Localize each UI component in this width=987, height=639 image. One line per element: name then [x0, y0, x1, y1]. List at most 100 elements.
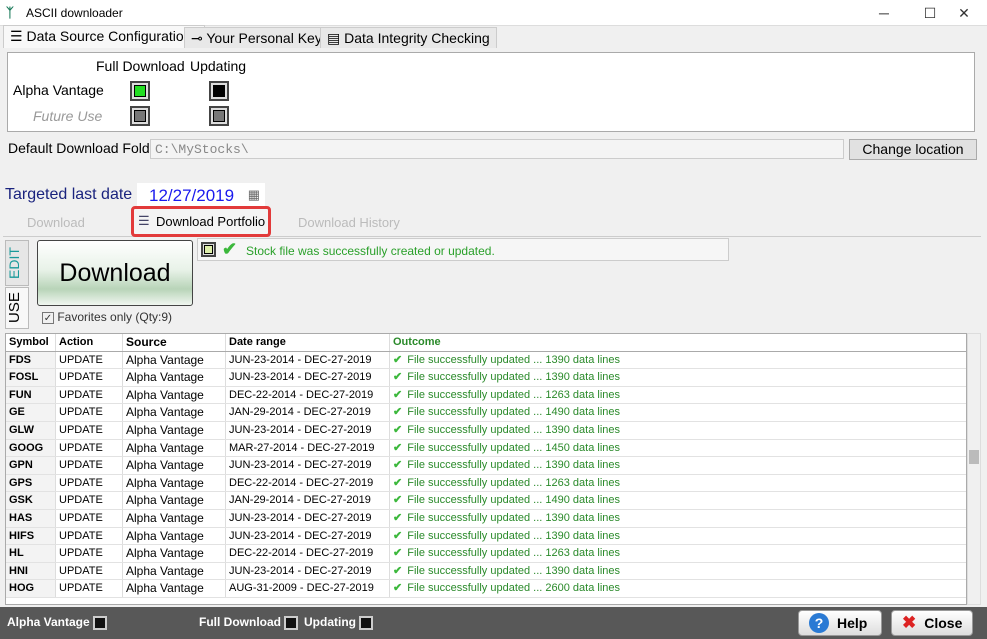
cell-outcome: ✔ File successfully updated ... 1390 data…	[390, 422, 966, 439]
column-updating: Updating	[190, 58, 247, 74]
table-row[interactable]: FDS UPDATE Alpha Vantage JUN-23-2014 - DEC-…	[6, 351, 966, 370]
cell-date-range: MAR-27-2014 - DEC-27-2019	[226, 439, 390, 457]
download-button[interactable]: Download	[37, 240, 193, 306]
table-row[interactable]: GOOG UPDATE Alpha Vantage MAR-27-2014 - DEC…	[6, 439, 966, 458]
tab-data-source-configurations[interactable]: ☰ Data Source Configurations	[3, 25, 206, 48]
check-icon: ✔	[393, 547, 403, 560]
check-icon: ✔	[393, 353, 403, 366]
tab-download-symbol[interactable]: Download Symbol	[5, 212, 130, 252]
calendar-icon[interactable]: ▦	[248, 187, 260, 203]
cell-date-range: JUN-23-2014 - DEC-27-2019	[226, 510, 390, 527]
results-table: Symbol Action Source Date range Outcome FDS UP…	[5, 333, 967, 605]
cell-date-range: JUN-23-2014 - DEC-27-2019	[226, 351, 390, 369]
targeted-date-field[interactable]: 12/27/2019 ▦	[137, 183, 265, 207]
cell-outcome: ✔ File successfully updated ... 1450 data…	[390, 440, 966, 457]
close-button[interactable]: ✖ Close	[891, 610, 973, 636]
check-icon: ✔	[393, 564, 403, 577]
cell-action: UPDATE	[56, 422, 123, 439]
download-folder-field[interactable]: C:\MyStocks\	[150, 139, 844, 159]
cell-source: Alpha Vantage	[123, 386, 226, 404]
cell-action: UPDATE	[56, 474, 123, 492]
check-icon: ✔	[222, 239, 238, 259]
favorites-only-checkbox[interactable]: ✓ Favorites only (Qty:9)	[42, 310, 172, 324]
cell-outcome: ✔ File successfully updated ... 1263 data…	[390, 475, 966, 492]
table-row[interactable]: HNI UPDATE Alpha Vantage JUN-23-2014 - DEC-…	[6, 562, 966, 581]
cell-symbol: HNI	[6, 562, 56, 580]
tab-data-integrity-checking[interactable]: ▤ Data Integrity Checking	[320, 27, 497, 48]
future-updating-toggle[interactable]	[209, 106, 229, 126]
cell-outcome: ✔ File successfully updated ... 1263 data…	[390, 387, 966, 404]
cell-outcome: ✔ File successfully updated ... 1390 data…	[390, 510, 966, 527]
cell-date-range: JUN-23-2014 - DEC-27-2019	[226, 562, 390, 580]
cell-outcome: ✔ File successfully updated ... 1390 data…	[390, 563, 966, 580]
cell-symbol: HAS	[6, 510, 56, 527]
check-icon: ✔	[393, 494, 403, 507]
check-icon: ✔	[393, 512, 403, 524]
cell-source: Alpha Vantage	[123, 457, 226, 474]
status-bar: ✔ Stock file was successfully created or…	[197, 238, 729, 261]
minimize-button[interactable]: ─	[861, 0, 907, 26]
table-row[interactable]: GPS UPDATE Alpha Vantage DEC-22-2014 - DEC-…	[6, 474, 966, 493]
table-row[interactable]: HAS UPDATE Alpha Vantage JUN-23-2014 - DEC-…	[6, 510, 966, 528]
cell-outcome: ✔ File successfully updated ... 2600 data…	[390, 580, 966, 597]
table-row[interactable]: GLW UPDATE Alpha Vantage JUN-23-2014 - DEC-…	[6, 422, 966, 440]
tab-download-history[interactable]: Download History	[276, 212, 406, 234]
cell-action: UPDATE	[56, 510, 123, 527]
change-location-button[interactable]: Change location	[849, 139, 977, 160]
cell-date-range: JAN-29-2014 - DEC-27-2019	[226, 492, 390, 509]
table-header: Symbol Action Source Date range Outcome	[6, 334, 966, 352]
cell-source: Alpha Vantage	[123, 351, 226, 369]
table-row[interactable]: HOG UPDATE Alpha Vantage AUG-31-2009 - DEC-…	[6, 580, 966, 598]
side-tab-use[interactable]: USE	[5, 287, 29, 329]
bottom-bar: Alpha Vantage Full Download Updating ? He…	[0, 607, 987, 639]
future-full-download-toggle[interactable]	[130, 106, 150, 126]
cell-source: Alpha Vantage	[123, 474, 226, 492]
window-title: ASCII downloader	[26, 6, 123, 20]
check-icon: ✔	[393, 371, 403, 384]
check-icon: ✔	[393, 476, 403, 489]
header-date-range: Date range	[226, 334, 390, 351]
help-button[interactable]: ? Help	[798, 610, 882, 636]
cell-symbol: FUN	[6, 386, 56, 404]
cell-action: UPDATE	[56, 439, 123, 457]
column-full-download: Full Download	[96, 58, 185, 74]
alpha-updating-toggle[interactable]	[209, 81, 229, 101]
table-row[interactable]: GE UPDATE Alpha Vantage JAN-29-2014 - DEC-2…	[6, 404, 966, 422]
calendar-icon: ▤	[327, 30, 345, 46]
title-bar: ᛉ ASCII downloader ─ ☐ ✕	[0, 0, 987, 26]
table-row[interactable]: GPN UPDATE Alpha Vantage JUN-23-2014 - DEC-…	[6, 457, 966, 475]
table-row[interactable]: FUN UPDATE Alpha Vantage DEC-22-2014 - DEC-…	[6, 386, 966, 405]
header-action: Action	[56, 334, 123, 351]
table-row[interactable]: HL UPDATE Alpha Vantage DEC-22-2014 - DEC-2…	[6, 545, 966, 563]
header-source: Source	[123, 334, 226, 351]
cell-date-range: JUN-23-2014 - DEC-27-2019	[226, 457, 390, 474]
table-scrollbar[interactable]	[967, 333, 981, 605]
cell-action: UPDATE	[56, 369, 123, 386]
alpha-full-download-toggle[interactable]	[130, 81, 150, 101]
folder-label: Default Download Folder	[8, 140, 163, 156]
cell-symbol: GOOG	[6, 439, 56, 457]
cell-date-range: JUN-23-2014 - DEC-27-2019	[226, 527, 390, 545]
source-alpha-vantage: Alpha Vantage	[13, 82, 104, 98]
cell-date-range: DEC-22-2014 - DEC-27-2019	[226, 545, 390, 562]
data-source-panel: Full Download Updating Alpha Vantage Fut…	[7, 52, 975, 132]
tab-download-portfolio[interactable]: ☰ Download Portfolio	[131, 206, 271, 237]
close-window-button[interactable]: ✕	[941, 0, 987, 26]
check-icon: ✔	[393, 441, 403, 454]
portfolio-icon: ☰	[138, 213, 150, 228]
cell-outcome: ✔ File successfully updated ... 1390 data…	[390, 369, 966, 386]
cell-date-range: JAN-29-2014 - DEC-27-2019	[226, 404, 390, 421]
cell-action: UPDATE	[56, 351, 123, 369]
table-row[interactable]: HIFS UPDATE Alpha Vantage JUN-23-2014 - DEC…	[6, 527, 966, 546]
tab-your-personal-keys[interactable]: ⊸ Your Personal Keys	[184, 27, 336, 48]
check-icon: ✔	[393, 424, 403, 436]
check-icon: ✔	[393, 529, 403, 542]
key-icon: ⊸	[191, 30, 207, 46]
side-tab-edit[interactable]: EDIT	[5, 240, 29, 286]
cell-source: Alpha Vantage	[123, 369, 226, 386]
cell-source: Alpha Vantage	[123, 439, 226, 457]
table-row[interactable]: GSK UPDATE Alpha Vantage JAN-29-2014 - DEC-…	[6, 492, 966, 510]
table-row[interactable]: FOSL UPDATE Alpha Vantage JUN-23-2014 - DEC…	[6, 369, 966, 387]
cell-symbol: GLW	[6, 422, 56, 439]
cell-action: UPDATE	[56, 492, 123, 509]
